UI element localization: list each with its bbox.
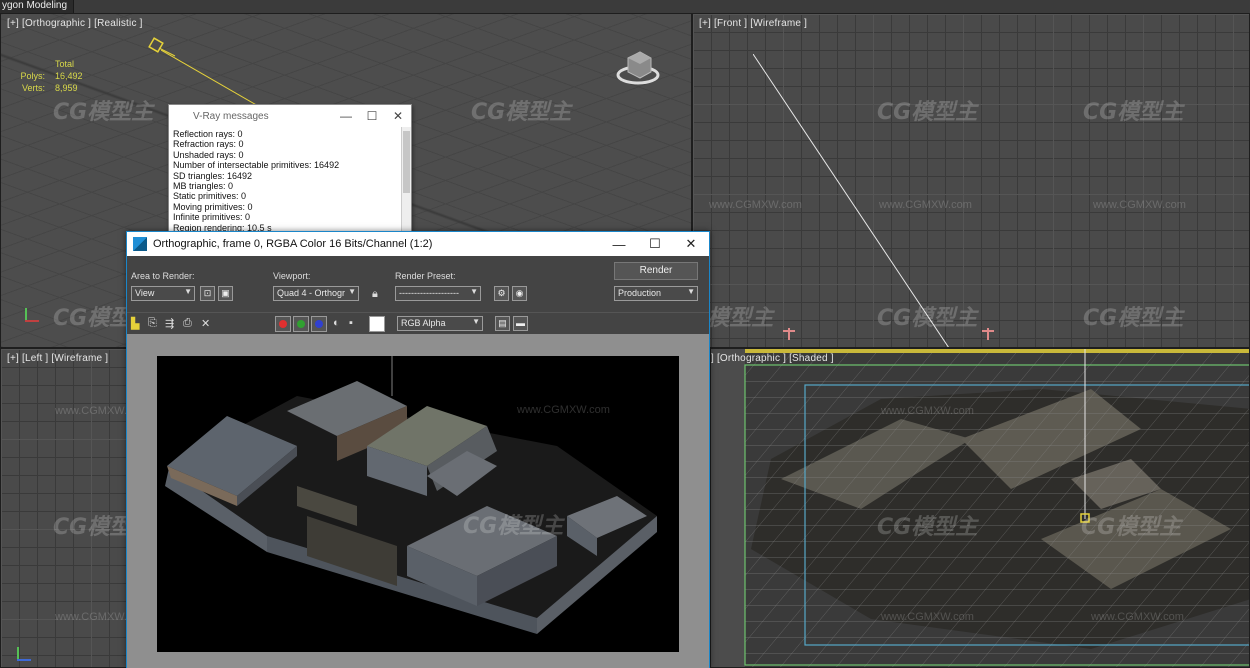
rendered-image — [157, 356, 679, 652]
window-titlebar[interactable]: V-Ray messages — ☐ ✕ — [169, 105, 411, 127]
watermark-logo: CG模型主 — [471, 100, 572, 125]
chevron-down-icon: ▼ — [348, 287, 356, 296]
stats-header-row: Total — [15, 58, 83, 70]
chevron-down-icon: ▼ — [184, 287, 192, 296]
messages-log: Reflection rays: 0 Refraction rays: 0 Un… — [169, 127, 411, 231]
alpha-toggle-icon[interactable]: ◐ — [333, 317, 340, 329]
log-line: Reflection rays: 0 — [173, 129, 243, 139]
production-value: Production — [618, 288, 662, 298]
lock-icon[interactable]: 🔒︎ — [372, 288, 378, 301]
log-line: Unshaded rays: 0 — [173, 149, 244, 160]
viewport-select[interactable]: Quad 4 - Orthogr ▼ — [273, 286, 359, 301]
clone-frame-icon[interactable]: ⇶ — [165, 317, 174, 330]
viewport-bottom-right[interactable]: ] [Orthographic ] [Shaded ] www.CGMXW.co… — [710, 348, 1250, 668]
red-dot-icon — [279, 320, 287, 328]
mode-title: ygon Modeling — [0, 0, 75, 13]
log-line: Infinite primitives: 0 — [173, 212, 251, 223]
render-setup-button[interactable]: ⚙ — [494, 286, 509, 301]
axis-tripod-icon — [15, 645, 33, 663]
stats-polys-row: Polys: 16,492 — [15, 70, 83, 82]
close-icon[interactable]: ✕ — [673, 236, 709, 252]
production-select[interactable]: Production ▼ — [614, 286, 698, 301]
toggle-ui-button[interactable]: ▬ — [513, 316, 528, 331]
auto-region-button[interactable]: ▣ — [218, 286, 233, 301]
polys-value: 16,492 — [55, 71, 83, 81]
render-button[interactable]: Render — [614, 262, 698, 280]
log-line: Static primitives: 0 — [173, 191, 247, 202]
vray-messages-window[interactable]: V-Ray messages — ☐ ✕ Reflection rays: 0 … — [168, 104, 412, 232]
scene-shaded-preview — [744, 349, 1249, 667]
monochrome-icon[interactable]: ▪ — [349, 317, 353, 329]
chevron-down-icon: ▼ — [470, 287, 478, 296]
viewport-value: Quad 4 - Orthogr — [277, 288, 346, 298]
light-direction-line — [753, 54, 949, 347]
color-swatch[interactable] — [369, 316, 385, 332]
messages-scrollbar[interactable] — [401, 127, 411, 231]
rendered-courtyard-buildings — [165, 356, 657, 634]
green-channel-toggle[interactable] — [293, 316, 309, 332]
render-preset-value: -------------------- — [399, 288, 459, 298]
rendered-frame-window[interactable]: Orthographic, frame 0, RGBA Color 16 Bit… — [126, 231, 710, 668]
log-line: SD triangles: 16492 — [173, 170, 253, 181]
chevron-down-icon: ▼ — [687, 287, 695, 296]
save-image-icon[interactable]: ▙ — [131, 317, 139, 330]
render-setup-toolbar: Area to Render: View ▼ ⊡ ▣ Viewport: Qua… — [127, 256, 709, 312]
minimize-icon[interactable]: — — [601, 237, 637, 252]
verts-value: 8,959 — [55, 83, 78, 93]
window-title: V-Ray messages — [193, 110, 269, 122]
log-line: Region rendering: 10.5 s — [173, 222, 272, 231]
watermark-url: www.CGMXW.com — [1093, 199, 1186, 211]
viewport-label[interactable]: [+] [Orthographic ] [Realistic ] — [7, 18, 143, 29]
verts-label: Verts: — [21, 83, 45, 93]
viewport-label[interactable]: [+] [Left ] [Wireframe ] — [7, 353, 108, 364]
close-icon[interactable]: ✕ — [385, 109, 411, 123]
area-to-render-value: View — [135, 288, 155, 298]
frame-buffer-toolbar: ▙ ⎘ ⇶ ⎙ ✕ ◐ ▪ RGB Alpha ▼ ▤ ▬ — [127, 312, 709, 334]
stats-verts-row: Verts: 8,959 — [15, 82, 83, 94]
viewport-label: Viewport: — [273, 271, 311, 281]
log-line: Refraction rays: 0 — [173, 139, 244, 150]
clear-icon[interactable]: ✕ — [201, 317, 210, 330]
watermark-logo: CG模型主 — [1083, 100, 1184, 125]
channel-select[interactable]: RGB Alpha ▼ — [397, 316, 483, 331]
window-title: Orthographic, frame 0, RGBA Color 16 Bit… — [153, 238, 433, 250]
viewport-label[interactable]: ] [Orthographic ] [Shaded ] — [711, 353, 834, 364]
chevron-down-icon: ▼ — [472, 317, 480, 326]
render-preset-label: Render Preset: — [395, 271, 456, 281]
blue-channel-toggle[interactable] — [311, 316, 327, 332]
render-canvas — [127, 334, 709, 668]
print-icon[interactable]: ⎙ — [183, 317, 192, 330]
viewport-label[interactable]: [+] [Front ] [Wireframe ] — [699, 18, 807, 29]
app-logo-icon — [133, 237, 147, 251]
viewport-top-right[interactable]: [+] [Front ] [Wireframe ] CG模型主 CG模型主 ww… — [692, 13, 1250, 348]
watermark-logo: CG模型主 — [1083, 306, 1184, 331]
channel-value: RGB Alpha — [401, 318, 446, 328]
render-preset-select[interactable]: -------------------- ▼ — [395, 286, 481, 301]
minimize-icon[interactable]: — — [333, 109, 359, 123]
edit-region-button[interactable]: ⊡ — [200, 286, 215, 301]
maximize-icon[interactable]: ☐ — [637, 236, 673, 252]
log-line: MB triangles: 0 — [173, 181, 234, 192]
red-channel-toggle[interactable] — [275, 316, 291, 332]
environment-button[interactable]: ◉ — [512, 286, 527, 301]
scene-stats: Total Polys: 16,492 Verts: 8,959 — [15, 58, 83, 94]
window-titlebar[interactable]: Orthographic, frame 0, RGBA Color 16 Bit… — [127, 232, 709, 256]
target-marker-icon[interactable] — [982, 328, 994, 340]
target-marker-icon[interactable] — [783, 328, 795, 340]
green-dot-icon — [297, 320, 305, 328]
maximize-icon[interactable]: ☐ — [359, 109, 385, 123]
area-to-render-label: Area to Render: — [131, 271, 195, 281]
area-to-render-select[interactable]: View ▼ — [131, 286, 195, 301]
toggle-ui-overlay-button[interactable]: ▤ — [495, 316, 510, 331]
viewcube-icon[interactable] — [613, 42, 663, 92]
copy-image-icon[interactable]: ⎘ — [148, 317, 157, 330]
axis-tripod-icon — [23, 306, 41, 324]
stats-header: Total — [55, 59, 75, 69]
watermark-logo: CG模型主 — [53, 100, 154, 125]
polys-label: Polys: — [20, 71, 45, 81]
log-line: Number of intersectable primitives: 1649… — [173, 160, 340, 171]
log-line: Moving primitives: 0 — [173, 201, 253, 212]
blue-dot-icon — [315, 320, 323, 328]
scrollbar-thumb[interactable] — [403, 131, 410, 193]
